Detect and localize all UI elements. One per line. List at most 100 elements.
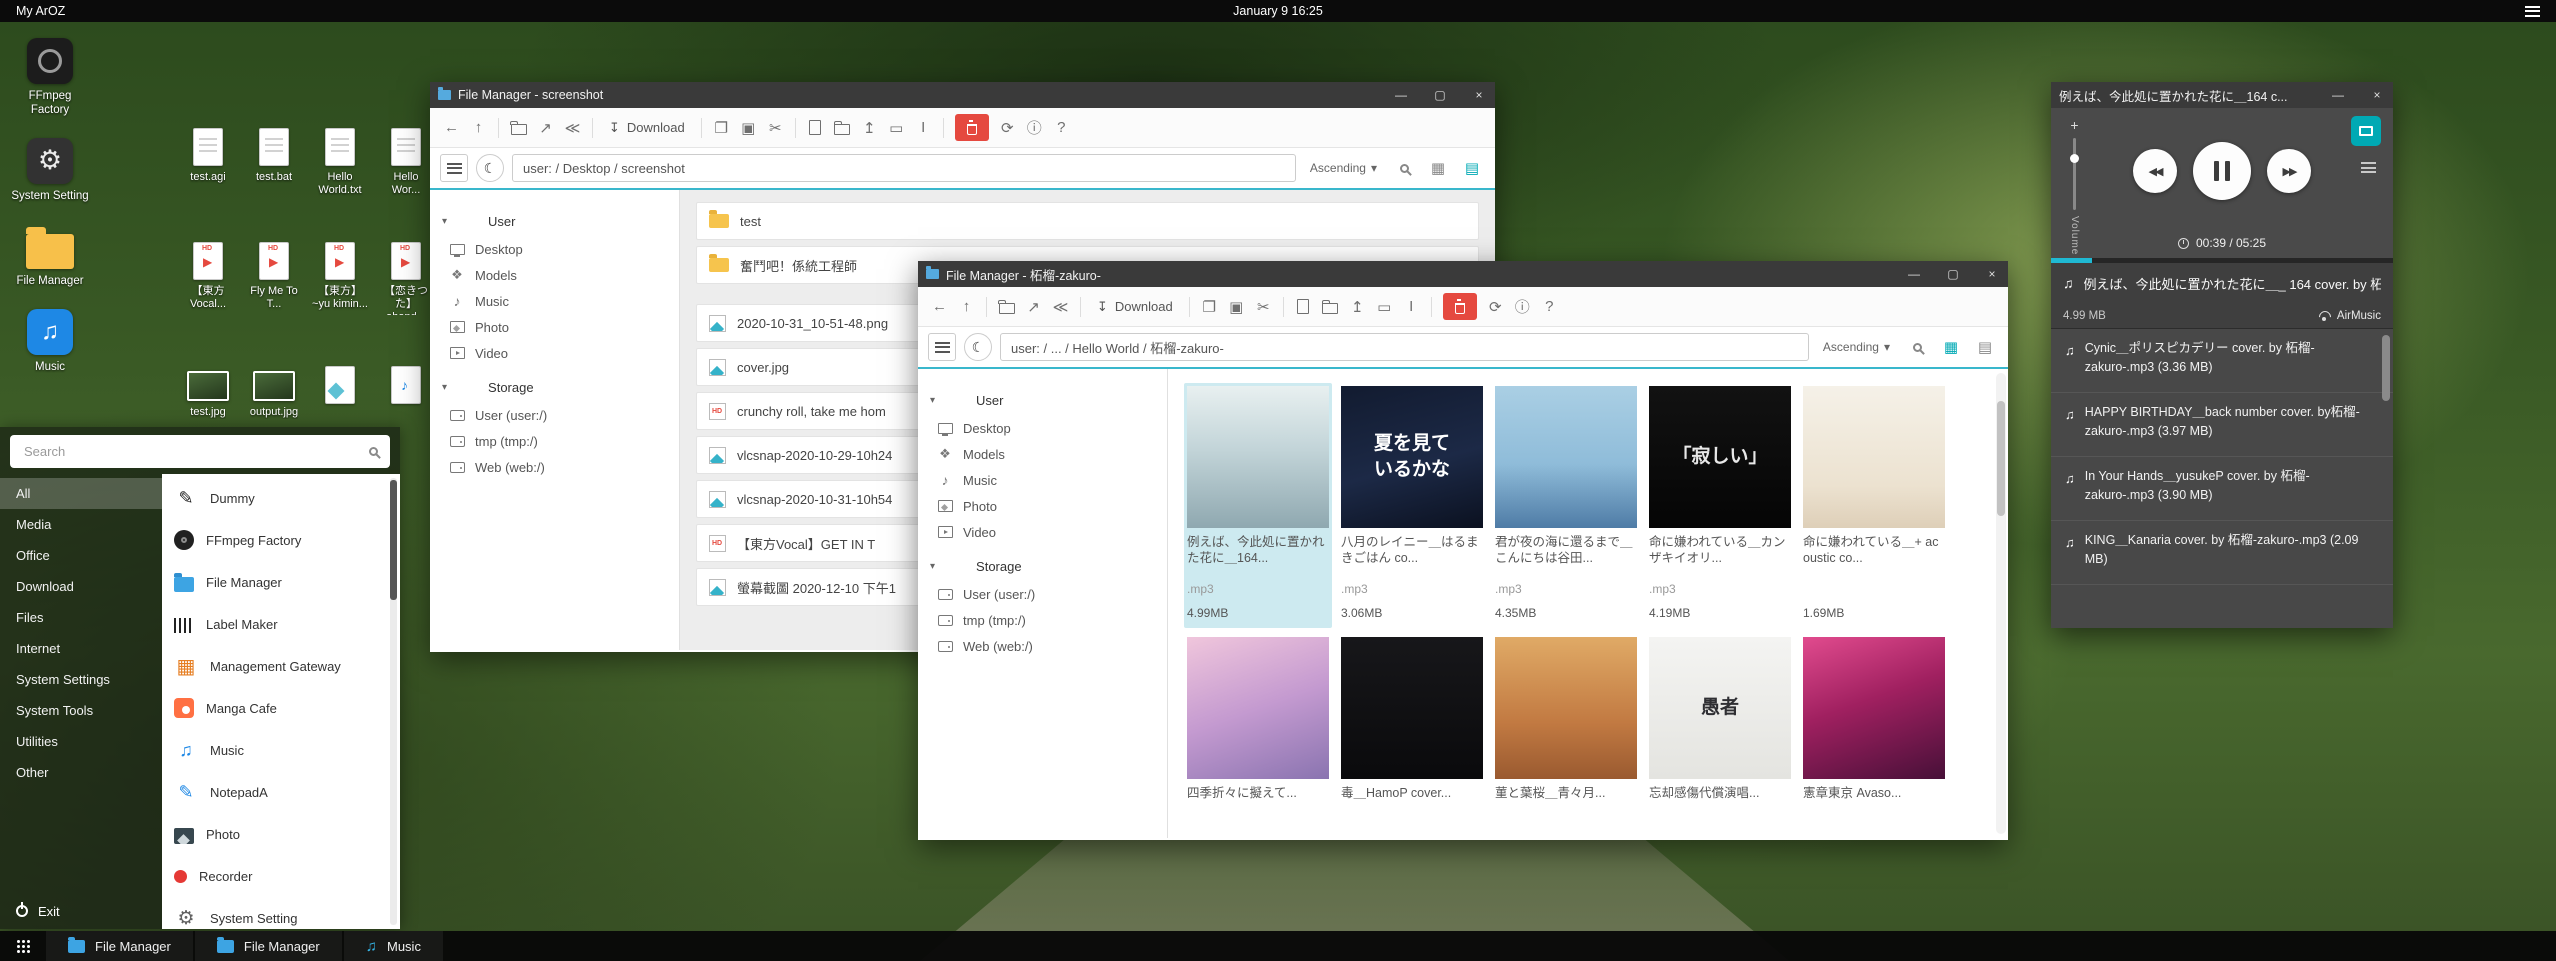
up-button[interactable]: ↑: [953, 293, 980, 320]
refresh-button[interactable]: ⟳: [1482, 293, 1509, 320]
download-button[interactable]: ↧Download: [599, 120, 695, 136]
share-button[interactable]: ≪: [559, 114, 586, 141]
desktop-file[interactable]: output.jpg: [246, 366, 302, 419]
desktop-file[interactable]: 【恋きつた】aband...: [378, 242, 434, 315]
new-file-button[interactable]: [802, 114, 829, 141]
sidebar-item[interactable]: Web (web:/): [918, 633, 1167, 659]
share-button[interactable]: ≪: [1047, 293, 1074, 320]
paste-button[interactable]: ▣: [1223, 293, 1250, 320]
desktop-file[interactable]: test.bat: [246, 128, 302, 197]
desktop-file[interactable]: [378, 366, 434, 419]
scrollbar-thumb[interactable]: [2382, 335, 2390, 401]
desktop-icon[interactable]: Music: [10, 309, 90, 375]
category-item[interactable]: Other: [0, 757, 162, 788]
app-item[interactable]: Dummy: [162, 477, 400, 519]
upload-button[interactable]: ↥: [1344, 293, 1371, 320]
desktop-file[interactable]: 【東方】~yu kimin...: [312, 242, 368, 315]
cut-button[interactable]: ✂: [762, 114, 789, 141]
sort-dropdown[interactable]: Ascending▾: [1310, 161, 1377, 175]
scrollbar-thumb[interactable]: [1997, 401, 2005, 516]
sidebar-toggle-button[interactable]: [440, 154, 468, 182]
sidebar-item[interactable]: User (user:/): [918, 581, 1167, 607]
delete-button[interactable]: [1443, 293, 1477, 320]
scrollbar[interactable]: [390, 478, 397, 925]
dark-mode-toggle[interactable]: ☾: [964, 333, 992, 361]
desktop-icon[interactable]: File Manager: [10, 223, 90, 289]
volume-plus[interactable]: +: [2070, 118, 2078, 132]
maximize-button[interactable]: ▢: [1424, 82, 1456, 108]
breadcrumb[interactable]: user: / Desktop / screenshot: [512, 154, 1296, 182]
category-item[interactable]: System Settings: [0, 664, 162, 695]
app-item[interactable]: Management Gateway: [162, 645, 400, 687]
desktop-file[interactable]: test.agi: [180, 128, 236, 197]
text-tool-button[interactable]: I: [1398, 293, 1425, 320]
scrollbar-thumb[interactable]: [390, 480, 397, 600]
title-bar[interactable]: 例えば、今此処に置かれた花に＿164 c... — ×: [2051, 82, 2393, 108]
file-tile[interactable]: 愚者 忘却感傷代償演唱...: [1646, 634, 1794, 838]
file-tile[interactable]: 毒＿HamoP cover...: [1338, 634, 1486, 838]
search-box[interactable]: [10, 435, 390, 468]
desktop-file[interactable]: Fly Me To T...: [246, 242, 302, 315]
volume-slider[interactable]: [2073, 138, 2076, 210]
close-button[interactable]: ×: [2361, 82, 2393, 108]
grid-view-button[interactable]: ▦: [1425, 159, 1451, 177]
file-tile[interactable]: 例えば、今此処に置かれた花に＿164... .mp3 4.99MB: [1184, 383, 1332, 628]
app-item[interactable]: Music: [162, 729, 400, 771]
info-button[interactable]: ⓘ: [1021, 114, 1048, 141]
file-tile[interactable]: 「寂しい」 命に嫌われている＿カンザキイオリ... .mp3 4.19MB: [1646, 383, 1794, 628]
desktop-file[interactable]: Hello World.txt: [312, 128, 368, 197]
back-button[interactable]: ←: [926, 293, 953, 320]
playlist-item[interactable]: In Your Hands＿yusukeP cover. by 柘榴-zakur…: [2051, 457, 2393, 521]
start-button[interactable]: [0, 931, 46, 961]
sidebar-item[interactable]: tmp (tmp:/): [918, 607, 1167, 633]
app-item[interactable]: Photo: [162, 813, 400, 855]
top-menu-button[interactable]: [2525, 6, 2540, 17]
open-new-window-button[interactable]: ↗: [532, 114, 559, 141]
minimize-button[interactable]: —: [1385, 82, 1417, 108]
minimize-button[interactable]: —: [1898, 261, 1930, 287]
help-button[interactable]: ?: [1536, 293, 1563, 320]
app-item[interactable]: NotepadA: [162, 771, 400, 813]
task-button[interactable]: File Manager: [195, 931, 342, 961]
next-button[interactable]: ▶▶: [2267, 149, 2311, 193]
category-item[interactable]: Files: [0, 602, 162, 633]
task-button[interactable]: File Manager: [46, 931, 193, 961]
file-tile[interactable]: 君が夜の海に還るまで＿こんにちは谷田... .mp3 4.35MB: [1492, 383, 1640, 628]
dark-mode-toggle[interactable]: ☾: [476, 154, 504, 182]
maximize-button[interactable]: ▢: [1937, 261, 1969, 287]
cut-button[interactable]: ✂: [1250, 293, 1277, 320]
category-item[interactable]: All: [0, 478, 162, 509]
category-item[interactable]: Download: [0, 571, 162, 602]
delete-button[interactable]: [955, 114, 989, 141]
volume-slider-thumb[interactable]: [2070, 154, 2079, 163]
sidebar-item[interactable]: Photo: [918, 493, 1167, 519]
new-file-button[interactable]: [1290, 293, 1317, 320]
sidebar-item[interactable]: User (user:/): [430, 402, 679, 428]
app-item[interactable]: Manga Cafe: [162, 687, 400, 729]
sidebar-item[interactable]: Models: [430, 262, 679, 288]
file-tile[interactable]: 菫と葉桜＿青々月...: [1492, 634, 1640, 838]
info-button[interactable]: ⓘ: [1509, 293, 1536, 320]
file-tile[interactable]: 四季折々に擬えて...: [1184, 634, 1332, 838]
sidebar-item[interactable]: Storage: [430, 372, 679, 402]
pause-button[interactable]: [2193, 142, 2251, 200]
desktop-icon[interactable]: FFmpeg Factory: [10, 38, 90, 118]
output-device[interactable]: AirMusic: [2318, 310, 2381, 322]
copy-button[interactable]: ❐: [708, 114, 735, 141]
task-button[interactable]: Music: [344, 931, 443, 961]
sidebar-item[interactable]: Desktop: [918, 415, 1167, 441]
file-tile[interactable]: 夏を見て いるかな 八月のレイニー＿はるまきごはん co... .mp3 3.0…: [1338, 383, 1486, 628]
playlist-item[interactable]: KING＿Kanaria cover. by 柘榴-zakuro-.mp3 (2…: [2051, 521, 2393, 585]
minimize-button[interactable]: —: [2322, 82, 2354, 108]
open-new-window-button[interactable]: ↗: [1020, 293, 1047, 320]
playlist-item[interactable]: Cynic＿ポリスピカデリー cover. by 柘榴-zakuro-.mp3 …: [2051, 329, 2393, 393]
category-item[interactable]: Internet: [0, 633, 162, 664]
rename-button[interactable]: ▭: [883, 114, 910, 141]
app-item[interactable]: Recorder: [162, 855, 400, 897]
file-tile[interactable]: 命に嫌われている＿+ acoustic co... 1.69MB: [1800, 383, 1948, 628]
search-icon[interactable]: [369, 447, 378, 456]
up-button[interactable]: ↑: [465, 114, 492, 141]
sidebar-item[interactable]: Music: [918, 467, 1167, 493]
list-view-button[interactable]: ▤: [1972, 338, 1998, 356]
app-item[interactable]: FFmpeg Factory: [162, 519, 400, 561]
